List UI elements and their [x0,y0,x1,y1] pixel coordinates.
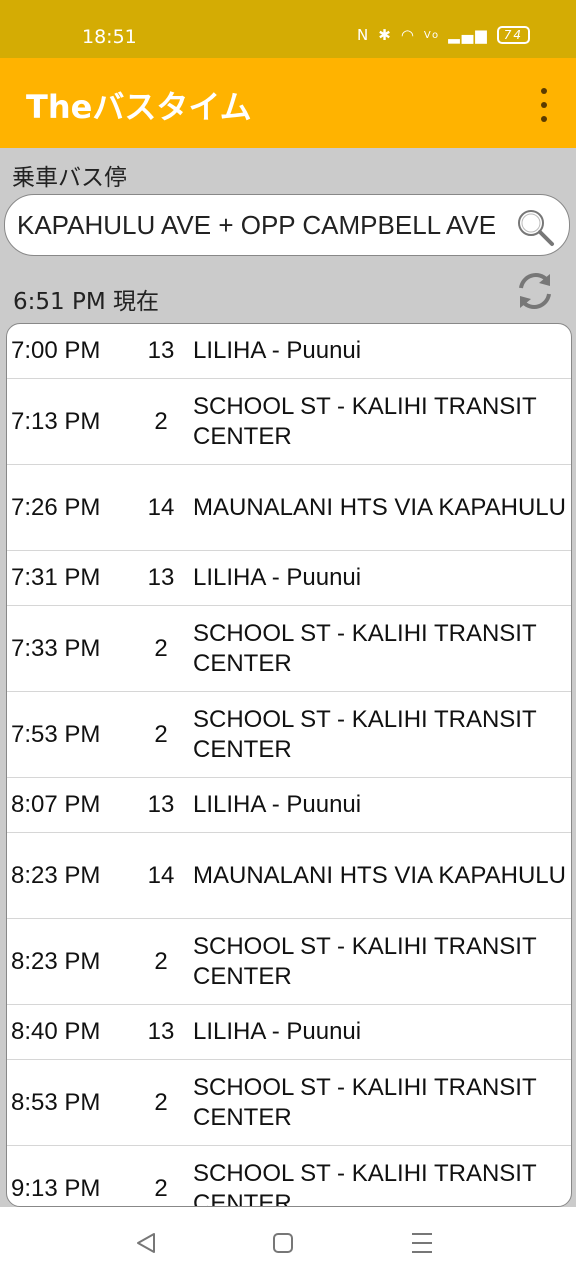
home-icon[interactable] [273,1233,293,1253]
arrival-row[interactable]: 7:33 PM 2 SCHOOL ST - KALIHI TRANSIT CEN… [7,606,571,692]
current-time-suffix: 現在 [113,289,159,315]
stop-search-input[interactable]: KAPAHULU AVE + OPP CAMPBELL AVE [4,194,570,256]
current-time: 6:51 PM 現在 [13,282,159,316]
app-bar: Theバスタイム [0,58,576,148]
route-number: 2 [154,720,168,748]
status-time: 18:51 [82,26,137,48]
arrival-row[interactable]: 8:40 PM 13 LILIHA - Puunui [7,1005,571,1060]
destination: SCHOOL ST - KALIHI TRANSIT CENTER [193,619,537,677]
arrival-row[interactable]: 8:23 PM 2 SCHOOL ST - KALIHI TRANSIT CEN… [7,919,571,1005]
arrival-time: 8:23 PM [11,861,101,889]
route-number: 2 [154,634,168,662]
route-number: 2 [154,947,168,975]
refresh-icon[interactable] [512,268,558,314]
route-number: 13 [147,564,175,591]
destination: SCHOOL ST - KALIHI TRANSIT CENTER [193,392,537,450]
arrivals-list[interactable]: 7:00 PM 13 LILIHA - Puunui 7:13 PM 2 SCH… [6,323,572,1207]
battery-icon: 74 [496,26,530,44]
arrival-row[interactable]: 8:53 PM 2 SCHOOL ST - KALIHI TRANSIT CEN… [7,1060,571,1146]
search-icon[interactable] [515,207,555,247]
arrival-row[interactable]: 7:53 PM 2 SCHOOL ST - KALIHI TRANSIT CEN… [7,692,571,778]
route-number: 2 [154,1174,168,1202]
recents-icon[interactable] [412,1233,432,1253]
stop-search-value: KAPAHULU AVE + OPP CAMPBELL AVE [17,210,497,240]
arrival-row[interactable]: 8:23 PM 14 MAUNALANI HTS VIA KAPAHULU [7,833,571,919]
destination: MAUNALANI HTS VIA KAPAHULU [193,493,566,521]
arrival-time: 9:13 PM [11,1174,101,1202]
destination: SCHOOL ST - KALIHI TRANSIT CENTER [193,1159,537,1207]
arrival-time: 7:26 PM [11,493,101,521]
destination: LILIHA - Puunui [193,564,362,591]
app-title: Theバスタイム [26,88,252,126]
route-number: 13 [147,1018,175,1045]
route-number: 2 [154,407,168,435]
destination: SCHOOL ST - KALIHI TRANSIT CENTER [193,705,537,763]
volte-icon: Vo [423,29,441,41]
arrival-time: 7:00 PM [11,337,101,364]
signal-icon: ▂▄▆ [448,26,489,44]
boarding-stop-label: 乗車バス停 [12,165,127,191]
route-number: 14 [147,493,175,521]
destination: SCHOOL ST - KALIHI TRANSIT CENTER [193,932,537,990]
back-icon[interactable] [134,1231,158,1255]
wifi-icon: ◠ [400,26,416,44]
arrival-time: 7:33 PM [11,634,101,662]
arrival-time: 7:53 PM [11,720,101,748]
destination: SCHOOL ST - KALIHI TRANSIT CENTER [193,1073,537,1131]
arrival-row[interactable]: 7:26 PM 14 MAUNALANI HTS VIA KAPAHULU [7,465,571,551]
arrival-time: 7:31 PM [11,564,101,591]
nfc-icon: N [357,26,371,44]
destination: LILIHA - Puunui [193,337,362,364]
arrival-time: 8:53 PM [11,1088,101,1116]
route-number: 14 [147,861,175,889]
destination: MAUNALANI HTS VIA KAPAHULU [193,861,566,889]
route-number: 13 [147,337,175,364]
current-time-value: 6:51 PM [13,289,106,315]
status-icons: N ✱ ◠ Vo ▂▄▆ 74 [357,26,530,44]
arrival-row[interactable]: 7:00 PM 13 LILIHA - Puunui [7,324,571,379]
arrival-time: 8:23 PM [11,947,101,975]
destination: LILIHA - Puunui [193,791,362,818]
arrival-row[interactable]: 7:13 PM 2 SCHOOL ST - KALIHI TRANSIT CEN… [7,379,571,465]
arrival-row[interactable]: 9:13 PM 2 SCHOOL ST - KALIHI TRANSIT CEN… [7,1146,571,1207]
arrival-time: 7:13 PM [11,407,101,435]
status-bar: 18:51 N ✱ ◠ Vo ▂▄▆ 74 [0,0,576,58]
route-number: 2 [154,1088,168,1116]
bluetooth-icon: ✱ [378,26,393,44]
arrival-time: 8:40 PM [11,1018,101,1045]
route-number: 13 [147,791,175,818]
system-nav-bar [0,1207,576,1280]
destination: LILIHA - Puunui [193,1018,362,1045]
arrival-row[interactable]: 7:31 PM 13 LILIHA - Puunui [7,551,571,606]
arrival-row[interactable]: 8:07 PM 13 LILIHA - Puunui [7,778,571,833]
overflow-menu-icon[interactable] [534,88,554,122]
arrival-time: 8:07 PM [11,791,101,818]
